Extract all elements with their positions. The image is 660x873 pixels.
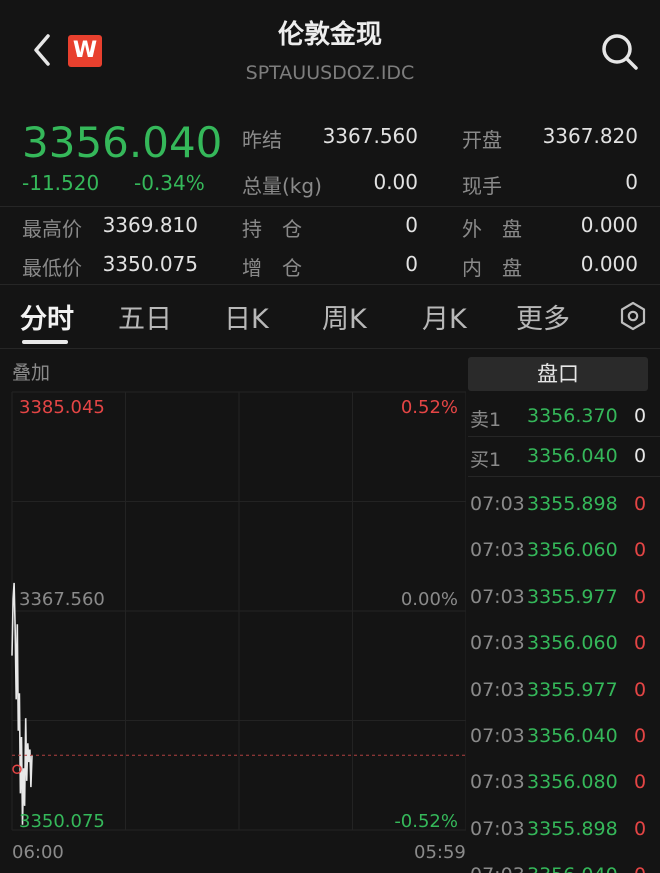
order-book-ask-row: 卖1 3356.370 0 <box>468 397 660 437</box>
order-book-bid-row: 买1 3356.040 0 <box>468 436 660 476</box>
tab-five-day[interactable]: 五日 <box>118 297 172 336</box>
axis-top-price: 3385.045 <box>19 397 105 418</box>
open-label: 开盘 <box>462 128 502 152</box>
tab-daily-k[interactable]: 日K <box>224 297 269 336</box>
instrument-code: SPTAUUSDOZ.IDC <box>245 62 415 84</box>
tick-price: 3355.898 <box>527 817 618 840</box>
price-change-percent: -0.34% <box>134 171 205 195</box>
tick-time: 07:03 <box>470 725 525 747</box>
tick-price: 3356.060 <box>527 632 618 655</box>
low-label: 最低价 <box>22 256 82 280</box>
tick-row: 07:03 3356.060 0 <box>468 527 660 573</box>
tab-intraday[interactable]: 分时 <box>20 297 74 336</box>
inner-volume-value: 0.000 <box>580 252 638 276</box>
divider <box>0 348 660 349</box>
tick-price: 3356.040 <box>527 864 618 873</box>
open-value: 3367.820 <box>542 124 638 148</box>
tick-row: 07:033356.040 0 <box>468 852 660 873</box>
divider <box>468 476 660 477</box>
axis-bottom-price: 3350.075 <box>19 811 105 832</box>
interest-change-label: 增 仓 <box>242 256 302 280</box>
open-interest-value: 0 <box>405 213 418 237</box>
tick-price: 3355.977 <box>527 585 618 608</box>
chart-grid <box>11 391 466 831</box>
tick-time: 07:03 <box>470 632 525 655</box>
overlay-button[interactable]: 叠加 <box>12 358 50 385</box>
outer-volume-label: 外 盘 <box>462 217 522 241</box>
price-series-line <box>11 582 33 825</box>
tick-volume: 0 <box>634 632 647 655</box>
tick-time: 07:03 <box>470 771 525 794</box>
current-lot-value: 0 <box>625 170 638 194</box>
tick-price: 3355.977 <box>527 678 618 701</box>
tick-time: 07:03 <box>470 864 525 873</box>
axis-bottom-percent: -0.52% <box>394 811 458 832</box>
inner-volume-label: 内 盘 <box>462 256 522 280</box>
ask-label: 卖1 <box>470 409 502 431</box>
tick-price: 3356.080 <box>527 771 618 794</box>
search-icon <box>602 34 638 70</box>
tick-row: 07:03 3355.898 0 <box>468 806 660 852</box>
intraday-chart <box>11 391 466 831</box>
search-button[interactable] <box>598 30 642 74</box>
tick-price: 3356.060 <box>527 539 618 562</box>
tick-volume: 0 <box>634 493 647 515</box>
ask-price: 3356.370 <box>527 405 618 427</box>
ask-volume: 0 <box>634 405 647 427</box>
axis-top-percent: 0.52% <box>400 397 458 418</box>
tick-time: 07:03 <box>470 678 525 701</box>
axis-mid-price: 3367.560 <box>19 589 105 610</box>
interest-change-value: 0 <box>405 252 418 276</box>
tick-volume: 0 <box>634 678 647 701</box>
tick-row: 07:03 3355.977 0 <box>468 574 660 620</box>
tick-row: 07:03 3355.898 0 <box>468 481 660 527</box>
low-value: 3350.075 <box>102 252 198 276</box>
tab-monthly-k[interactable]: 月K <box>422 297 467 336</box>
tick-time: 07:03 <box>470 539 525 562</box>
tick-price: 3356.040 <box>527 725 618 747</box>
divider <box>0 206 660 207</box>
axis-time-end: 05:59 <box>414 842 466 863</box>
bid-label: 买1 <box>470 449 502 471</box>
tick-volume: 0 <box>634 585 647 608</box>
last-price: 3356.040 <box>22 118 223 167</box>
current-lot-label: 现手 <box>462 174 502 198</box>
outer-volume-value: 0.000 <box>580 213 638 237</box>
hexagon-settings-icon <box>620 301 646 331</box>
tick-price: 3355.898 <box>527 493 618 515</box>
tick-time: 07:03 <box>470 585 525 608</box>
high-label: 最高价 <box>22 217 82 241</box>
tick-row: 07:03 3355.977 0 <box>468 667 660 713</box>
tab-weekly-k[interactable]: 周K <box>322 297 367 336</box>
active-tab-indicator <box>22 340 68 344</box>
prev-settle-value: 3367.560 <box>322 124 418 148</box>
bid-price: 3356.040 <box>527 445 618 467</box>
order-book-header[interactable]: 盘口 <box>468 357 648 391</box>
prev-settle-label: 昨结 <box>242 128 282 152</box>
tick-volume: 0 <box>634 817 647 840</box>
tick-row: 07:03 3356.080 0 <box>468 759 660 805</box>
tick-volume: 0 <box>634 864 646 873</box>
tick-row: 07:033356.040 0 <box>468 713 660 759</box>
chart-settings-button[interactable] <box>618 300 648 332</box>
bid-volume: 0 <box>634 445 647 467</box>
tick-time: 07:03 <box>470 817 525 840</box>
axis-mid-percent: 0.00% <box>400 589 458 610</box>
tick-volume: 0 <box>634 771 647 794</box>
open-interest-label: 持 仓 <box>242 217 302 241</box>
tick-volume: 0 <box>634 539 647 562</box>
tick-time: 07:03 <box>470 493 525 515</box>
tab-more[interactable]: 更多 <box>516 297 570 336</box>
high-value: 3369.810 <box>102 213 198 237</box>
page-title: 伦敦金现 <box>277 20 382 50</box>
tick-volume: 0 <box>634 725 647 747</box>
price-change: -11.520 <box>22 171 100 195</box>
axis-time-start: 06:00 <box>12 842 64 863</box>
volume-value: 0.00 <box>373 170 418 194</box>
divider <box>0 284 660 285</box>
tick-row: 07:03 3356.060 0 <box>468 620 660 666</box>
volume-label: 总量(kg) <box>242 174 322 198</box>
